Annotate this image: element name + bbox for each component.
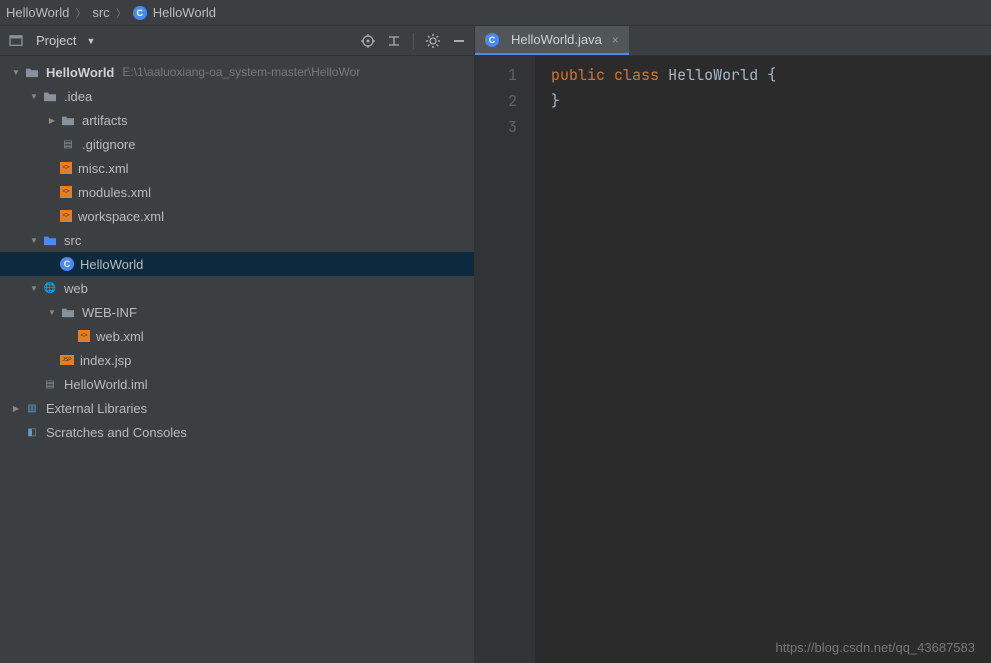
tree-file-webxml[interactable]: ▶ <> web.xml <box>0 324 474 348</box>
line-number: 2 <box>475 88 517 114</box>
tree-path-hint: E:\1\aaluoxiang-oa_system-master\HelloWo… <box>122 65 360 79</box>
tree-label: External Libraries <box>46 401 147 416</box>
xml-icon: <> <box>60 186 72 198</box>
tree-file-iml[interactable]: ▶ ▤ HelloWorld.iml <box>0 372 474 396</box>
chevron-down-icon: ▼ <box>46 308 58 317</box>
tree-label: HelloWorld.iml <box>64 377 148 392</box>
tree-label: workspace.xml <box>78 209 164 224</box>
xml-icon: <> <box>60 210 72 222</box>
breadcrumb-label: HelloWorld <box>153 5 216 20</box>
project-sidebar: Project ▼ ▼ <box>0 26 475 663</box>
chevron-down-icon: ▼ <box>28 92 40 101</box>
line-number: 3 <box>475 114 517 140</box>
tree-project-root[interactable]: ▼ HelloWorld E:\1\aaluoxiang-oa_system-m… <box>0 60 474 84</box>
locate-icon[interactable] <box>361 33 375 49</box>
tree-folder-web[interactable]: ▼ 🌐 web <box>0 276 474 300</box>
tree-folder-artifacts[interactable]: ▶ artifacts <box>0 108 474 132</box>
tree-label: misc.xml <box>78 161 129 176</box>
chevron-down-icon: ▼ <box>28 236 40 245</box>
scratch-icon: ◧ <box>24 424 40 440</box>
editor-body[interactable]: 1 2 3 public class HelloWorld { } h <box>475 56 991 663</box>
tree-file-misc[interactable]: ▶ <> misc.xml <box>0 156 474 180</box>
folder-icon <box>42 88 58 104</box>
editor-tab-label: HelloWorld.java <box>511 32 602 47</box>
code-content[interactable]: public class HelloWorld { } <box>535 56 776 663</box>
breadcrumb-item-class[interactable]: C HelloWorld <box>133 5 216 20</box>
module-folder-icon <box>24 64 40 80</box>
close-icon[interactable]: × <box>612 33 619 47</box>
chevron-down-icon: ▼ <box>86 36 95 46</box>
watermark-text: https://blog.csdn.net/qq_43687583 <box>776 640 976 655</box>
editor-gutter: 1 2 3 <box>475 56 535 663</box>
tree-label: WEB-INF <box>82 305 137 320</box>
tree-label: .idea <box>64 89 92 104</box>
tree-class-helloworld[interactable]: ▶ C HelloWorld <box>0 252 474 276</box>
class-icon: C <box>60 257 74 271</box>
tree-file-gitignore[interactable]: ▶ ▤ .gitignore <box>0 132 474 156</box>
chevron-right-icon: 〉 <box>116 5 127 21</box>
collapse-icon[interactable] <box>387 33 401 49</box>
project-icon <box>8 33 24 49</box>
tree-scratches[interactable]: ▶ ◧ Scratches and Consoles <box>0 420 474 444</box>
tree-label: src <box>64 233 81 248</box>
editor-tabs: C HelloWorld.java × <box>475 26 991 56</box>
brace: } <box>551 91 560 111</box>
source-folder-icon <box>42 232 58 248</box>
tree-label: index.jsp <box>80 353 131 368</box>
xml-icon: <> <box>78 330 90 342</box>
chevron-right-icon: 〉 <box>75 5 86 21</box>
breadcrumb-item-project[interactable]: HelloWorld <box>6 5 69 20</box>
tree-label: modules.xml <box>78 185 151 200</box>
xml-icon: <> <box>60 162 72 174</box>
library-icon: ▥ <box>24 400 40 416</box>
project-tree: ▼ HelloWorld E:\1\aaluoxiang-oa_system-m… <box>0 56 474 663</box>
keyword: class <box>614 65 659 85</box>
divider <box>413 33 414 49</box>
sidebar-title-label: Project <box>36 33 76 48</box>
chevron-right-icon: ▶ <box>10 404 22 413</box>
brace: { <box>767 65 776 85</box>
folder-icon <box>60 112 76 128</box>
tree-label: web <box>64 281 88 296</box>
chevron-down-icon: ▼ <box>28 284 40 293</box>
breadcrumb-item-src[interactable]: src <box>92 5 109 20</box>
keyword: public <box>551 65 605 85</box>
tree-folder-src[interactable]: ▼ src <box>0 228 474 252</box>
web-folder-icon: 🌐 <box>42 280 58 296</box>
tree-file-modules[interactable]: ▶ <> modules.xml <box>0 180 474 204</box>
tree-folder-idea[interactable]: ▼ .idea <box>0 84 474 108</box>
breadcrumb-label: HelloWorld <box>6 5 69 20</box>
line-number: 1 <box>475 62 517 88</box>
tree-folder-webinf[interactable]: ▼ WEB-INF <box>0 300 474 324</box>
gear-icon[interactable] <box>426 33 440 49</box>
editor-tab-helloworld[interactable]: C HelloWorld.java × <box>475 26 629 55</box>
editor-area: C HelloWorld.java × 1 2 3 public class H… <box>475 26 991 663</box>
folder-icon <box>60 304 76 320</box>
breadcrumb-label: src <box>92 5 109 20</box>
jsp-icon: JSP <box>60 355 74 365</box>
tree-label: .gitignore <box>82 137 135 152</box>
breadcrumb: HelloWorld 〉 src 〉 C HelloWorld <box>0 0 991 26</box>
sidebar-header: Project ▼ <box>0 26 474 56</box>
tree-file-workspace[interactable]: ▶ <> workspace.xml <box>0 204 474 228</box>
tree-external-libraries[interactable]: ▶ ▥ External Libraries <box>0 396 474 420</box>
class-icon: C <box>485 33 499 47</box>
chevron-down-icon: ▼ <box>10 68 22 77</box>
minimize-icon[interactable] <box>452 33 466 49</box>
tree-label: HelloWorld <box>46 65 114 80</box>
tree-label: Scratches and Consoles <box>46 425 187 440</box>
iml-icon: ▤ <box>42 376 58 392</box>
tree-label: web.xml <box>96 329 144 344</box>
tree-label: artifacts <box>82 113 128 128</box>
file-icon: ▤ <box>60 136 76 152</box>
chevron-right-icon: ▶ <box>46 116 58 125</box>
tree-label: HelloWorld <box>80 257 143 272</box>
class-icon: C <box>133 6 147 20</box>
class-name: HelloWorld <box>668 65 758 85</box>
project-dropdown[interactable]: Project ▼ <box>8 33 95 49</box>
tree-file-indexjsp[interactable]: ▶ JSP index.jsp <box>0 348 474 372</box>
